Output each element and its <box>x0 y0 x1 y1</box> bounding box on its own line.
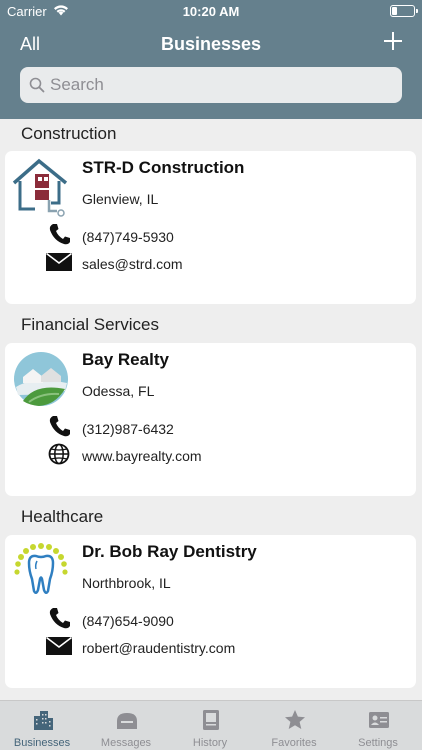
business-location: Odessa, FL <box>82 383 155 399</box>
email-icon <box>46 252 72 271</box>
business-card-dentistry[interactable]: Dr. Bob Ray Dentistry Northbrook, IL (84… <box>5 535 416 688</box>
tab-label: Businesses <box>13 737 71 749</box>
tab-businesses[interactable]: Businesses <box>0 701 84 750</box>
tab-label: Messages <box>100 737 152 749</box>
star-icon <box>285 710 305 729</box>
section-header-healthcare: Healthcare <box>0 502 422 530</box>
history-icon <box>203 710 219 730</box>
phone-icon <box>49 224 70 245</box>
tab-label: Favorites <box>271 737 317 749</box>
business-card-strd[interactable]: STR-D Construction Glenview, IL (847)749… <box>5 151 416 304</box>
add-business-button[interactable] <box>384 32 402 50</box>
search-icon <box>29 77 45 93</box>
tab-settings[interactable]: Settings <box>336 701 420 750</box>
business-location: Glenview, IL <box>82 191 159 207</box>
tab-messages[interactable]: Messages <box>84 701 168 750</box>
phone-number[interactable]: (847)654-9090 <box>82 613 174 629</box>
business-name: Dr. Bob Ray Dentistry <box>82 542 257 561</box>
tab-label: Settings <box>358 737 398 749</box>
realty-logo-icon <box>14 352 68 406</box>
tab-bar: Businesses Messages History Favorites Se… <box>0 700 422 750</box>
tooth-logo-icon <box>14 543 68 594</box>
business-card-bay-realty[interactable]: Bay Realty Odessa, FL (312)987-6432 www.… <box>5 343 416 496</box>
phone-number[interactable]: (847)749-5930 <box>82 229 174 245</box>
email-address[interactable]: robert@raudentistry.com <box>82 640 235 656</box>
section-title: Construction <box>21 124 117 143</box>
page-title: Businesses <box>160 34 262 54</box>
building-icon <box>34 711 53 730</box>
email-icon <box>46 636 72 655</box>
tab-label: History <box>192 737 228 749</box>
tab-favorites[interactable]: Favorites <box>252 701 336 750</box>
status-bar: Carrier 10:20 AM <box>0 0 422 22</box>
battery-icon <box>390 5 418 17</box>
section-header-construction: Construction <box>0 119 422 147</box>
website-link[interactable]: www.bayrealty.com <box>82 448 202 464</box>
phone-icon <box>49 608 70 629</box>
house-logo-icon <box>12 158 68 217</box>
tab-history[interactable]: History <box>168 701 252 750</box>
section-title: Financial Services <box>21 315 159 334</box>
business-name: STR-D Construction <box>82 158 245 177</box>
globe-icon <box>48 443 70 465</box>
section-title: Healthcare <box>21 507 104 526</box>
email-address[interactable]: sales@strd.com <box>82 256 183 272</box>
phone-number[interactable]: (312)987-6432 <box>82 421 174 437</box>
section-header-financial-services: Financial Services <box>0 310 422 338</box>
status-time: 10:20 AM <box>182 4 240 19</box>
business-name: Bay Realty <box>82 350 169 369</box>
navigation-bar: All Businesses Search <box>0 22 422 119</box>
search-input[interactable]: Search <box>20 67 402 103</box>
phone-icon <box>49 416 70 437</box>
business-location: Northbrook, IL <box>82 575 171 591</box>
message-icon <box>117 713 137 729</box>
search-placeholder: Search <box>50 75 104 94</box>
settings-icon <box>369 712 389 728</box>
